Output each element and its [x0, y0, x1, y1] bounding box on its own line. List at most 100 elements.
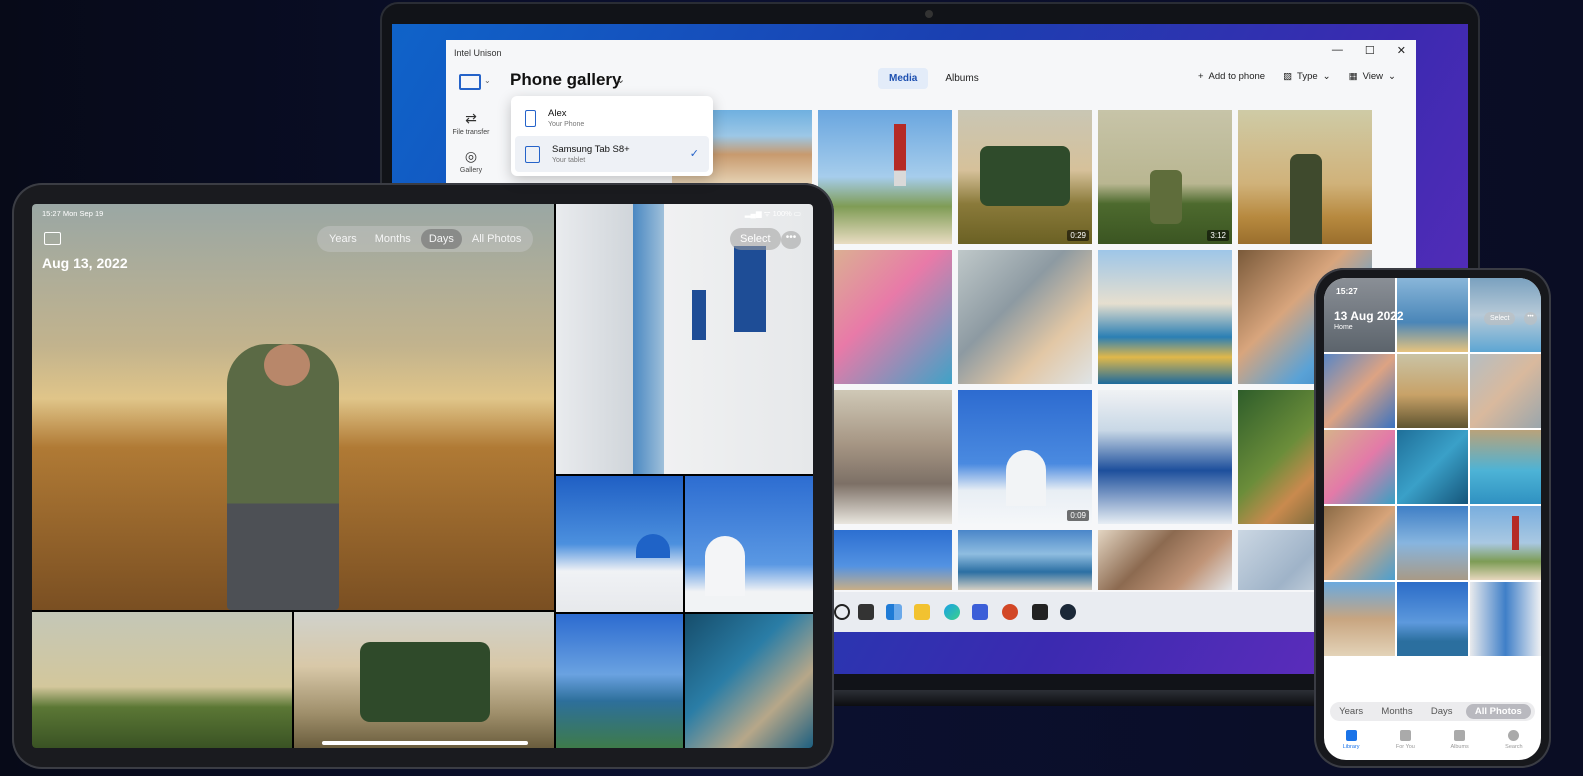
task-view-icon[interactable] [858, 604, 874, 620]
edge-browser-icon[interactable] [944, 604, 960, 620]
file-explorer-icon[interactable] [914, 604, 930, 620]
tab-label: Albums [1450, 744, 1469, 750]
type-filter-button[interactable]: ▨ Type ⌄ [1283, 71, 1331, 82]
photo-thumbnail[interactable] [818, 250, 952, 384]
chevron-down-icon: ⌄ [1322, 71, 1331, 82]
segment-years[interactable]: Years [1334, 704, 1368, 719]
chevron-down-icon[interactable]: ⌄ [616, 73, 625, 86]
tab-label: Library [1342, 744, 1360, 750]
photo-thumbnail[interactable] [1098, 250, 1232, 384]
device-type: Your Phone [548, 121, 585, 128]
photo-thumbnail[interactable] [32, 612, 292, 748]
video-thumbnail[interactable]: 0:09 [958, 390, 1092, 524]
view-label: View [1362, 71, 1384, 82]
date-heading: 13 Aug 2022 [1334, 309, 1404, 323]
photo-thumbnail[interactable] [818, 390, 952, 524]
video-duration: 0:09 [1067, 510, 1089, 521]
segment-all-photos[interactable]: All Photos [464, 229, 530, 249]
photo-thumbnail[interactable] [818, 530, 952, 590]
search-icon[interactable] [834, 604, 850, 620]
photo-thumbnail[interactable] [1470, 506, 1541, 580]
segment-months[interactable]: Months [1376, 704, 1417, 719]
widgets-icon[interactable] [886, 604, 902, 620]
more-icon[interactable]: ••• [1524, 312, 1537, 325]
home-indicator [322, 741, 528, 745]
device-option-samsung-tab[interactable]: Samsung Tab S8+ Your tablet ✓ [515, 136, 709, 172]
plus-icon: + [1197, 71, 1204, 82]
minimize-button[interactable]: — [1332, 44, 1343, 57]
photo-thumbnail[interactable] [818, 110, 952, 244]
segment-days[interactable]: Days [1426, 704, 1458, 719]
gallery-title[interactable]: Phone gallery [510, 70, 621, 90]
tab-albums[interactable]: Albums [934, 68, 989, 89]
more-icon[interactable]: ••• [781, 231, 801, 249]
date-heading: Aug 13, 2022 [42, 255, 128, 271]
photo-thumbnail[interactable] [1470, 582, 1541, 656]
sidebar-item-gallery[interactable]: ◎ Gallery [446, 148, 496, 174]
photo-thumbnail[interactable] [1397, 506, 1468, 580]
phone-icon [525, 109, 536, 127]
maximize-button[interactable]: ☐ [1365, 44, 1375, 57]
library-icon [1345, 730, 1357, 741]
photo-thumbnail[interactable] [1324, 354, 1395, 428]
photo-thumbnail[interactable] [556, 614, 683, 748]
photo-thumbnail[interactable] [1098, 390, 1232, 524]
search-icon [1508, 730, 1520, 741]
gallery-icon: ◎ [464, 148, 478, 164]
tablet-icon [525, 145, 540, 163]
tab-media[interactable]: Media [878, 68, 929, 89]
view-button[interactable]: ▦ View ⌄ [1349, 71, 1396, 82]
segment-months[interactable]: Months [367, 229, 419, 249]
tab-search[interactable]: Search [1494, 726, 1534, 760]
phone-screen: 15:27 13 Aug 2022 Home Select ••• Years … [1324, 278, 1541, 760]
tab-bar: Library For You Albums Search [1324, 726, 1541, 760]
sidebar-item-file-transfer[interactable]: ⇄ File transfer [446, 110, 496, 136]
photo-thumbnail[interactable] [556, 476, 683, 612]
segment-days[interactable]: Days [420, 229, 462, 249]
close-button[interactable]: ✕ [1397, 44, 1406, 57]
photo-thumbnail[interactable] [685, 476, 813, 612]
steam-icon[interactable] [1060, 604, 1076, 620]
video-duration: 0:29 [1067, 230, 1089, 241]
status-time: 15:27 [1336, 286, 1358, 296]
photo-thumbnail[interactable] [685, 614, 813, 748]
video-thumbnail[interactable]: 0:29 [958, 110, 1092, 244]
segment-all-photos[interactable]: All Photos [1465, 704, 1531, 719]
window-title: Intel Unison [454, 48, 502, 58]
select-button[interactable]: Select [1484, 312, 1516, 325]
tab-for-you[interactable]: For You [1385, 726, 1425, 760]
image-icon: ▨ [1283, 71, 1293, 82]
albums-icon [1454, 730, 1466, 741]
photo-thumbnail[interactable] [1470, 430, 1541, 504]
sidebar-toggle-icon[interactable] [44, 232, 61, 245]
photo-thumbnail[interactable] [958, 530, 1092, 590]
photo-thumbnail[interactable] [1238, 110, 1372, 244]
segment-years[interactable]: Years [321, 229, 365, 249]
photo-thumbnail[interactable] [1470, 354, 1541, 428]
video-thumbnail[interactable] [294, 612, 554, 748]
powerpoint-icon[interactable] [1002, 604, 1018, 620]
photo-thumbnail[interactable] [1324, 506, 1395, 580]
status-indicators: ▂▄▆ ᯤ 100% ▭ [744, 209, 801, 218]
photo-thumbnail[interactable] [1098, 530, 1232, 590]
device-name: Alex [548, 108, 567, 119]
photo-thumbnail[interactable] [1397, 354, 1468, 428]
video-thumbnail[interactable]: 3:12 [1098, 110, 1232, 244]
toolbar: + Add to phone ▨ Type ⌄ ▦ View ⌄ [1198, 71, 1396, 82]
photo-thumbnail[interactable] [1324, 582, 1395, 656]
add-to-phone-button[interactable]: + Add to phone [1198, 71, 1265, 82]
tab-albums[interactable]: Albums [1440, 726, 1480, 760]
photo-thumbnail[interactable] [1397, 278, 1468, 352]
view-segmented-control: Years Months Days All Photos [1330, 702, 1535, 721]
photo-thumbnail[interactable] [1397, 430, 1468, 504]
select-button[interactable]: Select [730, 228, 781, 250]
photo-thumbnail[interactable] [1324, 430, 1395, 504]
device-option-alex[interactable]: Alex Your Phone [515, 100, 709, 136]
file-transfer-icon: ⇄ [465, 110, 477, 126]
photo-thumbnail[interactable] [958, 250, 1092, 384]
tab-library[interactable]: Library [1331, 726, 1371, 760]
store-icon[interactable] [1032, 604, 1048, 620]
add-to-phone-label: Add to phone [1208, 71, 1266, 82]
photo-thumbnail[interactable] [1397, 582, 1468, 656]
unison-app-icon[interactable] [972, 604, 988, 620]
